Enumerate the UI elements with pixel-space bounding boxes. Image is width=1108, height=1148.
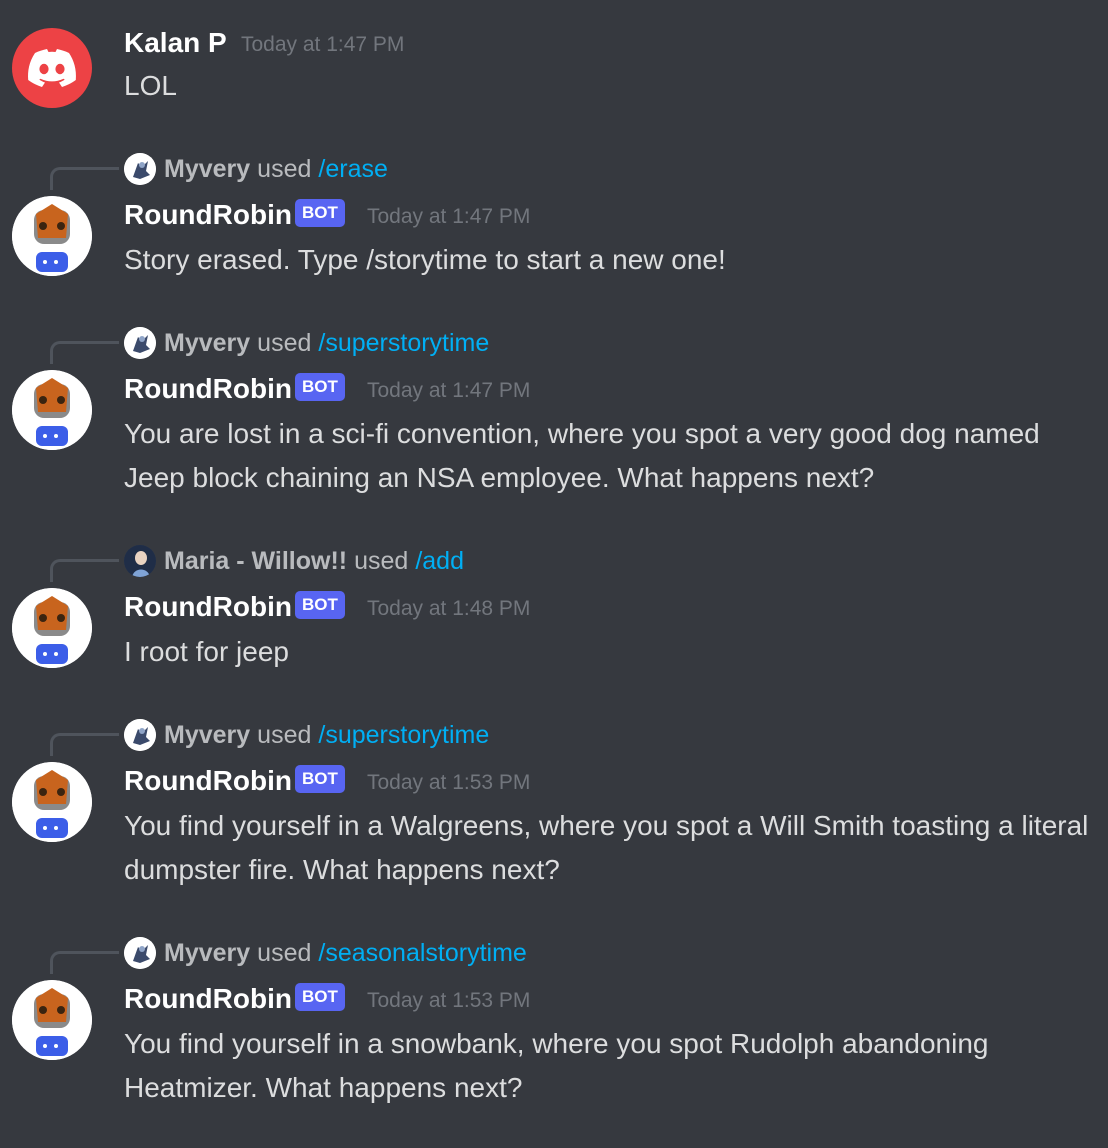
command-reply[interactable]: Myvery used /erase: [124, 152, 388, 186]
slash-command[interactable]: /superstorytime: [318, 329, 489, 358]
reply-username[interactable]: Myvery: [164, 939, 250, 968]
user-avatar-icon[interactable]: [124, 153, 156, 185]
reply-connector: [50, 167, 119, 190]
reply-username[interactable]: Maria - Willow!!: [164, 547, 347, 576]
reply-used-label: used: [257, 938, 312, 967]
reply-connector: [50, 341, 119, 364]
message-text: Story erased. Type /storytime to start a…: [124, 244, 726, 275]
username[interactable]: Kalan P: [124, 26, 227, 60]
username[interactable]: RoundRobin: [124, 982, 292, 1016]
username[interactable]: RoundRobin: [124, 198, 292, 232]
reply-username[interactable]: Myvery: [164, 721, 250, 750]
bot-tag: BOT: [295, 983, 345, 1011]
reply-username[interactable]: Myvery: [164, 155, 250, 184]
command-reply[interactable]: Myvery used /seasonalstorytime: [124, 936, 527, 970]
timestamp[interactable]: Today at 1:47 PM: [367, 200, 530, 234]
message-text: You find yourself in a Walgreens, where …: [124, 810, 1089, 885]
user-avatar-icon[interactable]: [124, 937, 156, 969]
command-reply[interactable]: Maria - Willow!! used /add: [124, 544, 464, 578]
bot-tag: BOT: [295, 373, 345, 401]
reply-used-label: used: [257, 154, 312, 183]
bot-tag: BOT: [295, 591, 345, 619]
timestamp[interactable]: Today at 1:47 PM: [367, 374, 530, 408]
username[interactable]: RoundRobin: [124, 372, 292, 406]
user-avatar-icon[interactable]: [124, 719, 156, 751]
bot-avatar-icon[interactable]: [12, 370, 92, 450]
slash-command[interactable]: /erase: [318, 155, 387, 184]
timestamp[interactable]: Today at 1:47 PM: [241, 28, 404, 62]
reply-connector: [50, 559, 119, 582]
bot-tag: BOT: [295, 199, 345, 227]
bot-avatar-icon[interactable]: [12, 588, 92, 668]
bot-avatar-icon[interactable]: [12, 980, 92, 1060]
reply-used-label: used: [354, 546, 409, 575]
timestamp[interactable]: Today at 1:53 PM: [367, 766, 530, 800]
timestamp[interactable]: Today at 1:48 PM: [367, 592, 530, 626]
bot-avatar-icon[interactable]: [12, 762, 92, 842]
message-text: LOL: [124, 70, 177, 101]
reply-used-label: used: [257, 328, 312, 357]
message-text: You find yourself in a snowbank, where y…: [124, 1028, 989, 1103]
bot-avatar-icon[interactable]: [12, 196, 92, 276]
timestamp[interactable]: Today at 1:53 PM: [367, 984, 530, 1018]
reply-used-label: used: [257, 720, 312, 749]
message-text: You are lost in a sci-fi convention, whe…: [124, 418, 1040, 493]
command-reply[interactable]: Myvery used /superstorytime: [124, 718, 489, 752]
command-reply[interactable]: Myvery used /superstorytime: [124, 326, 489, 360]
username[interactable]: RoundRobin: [124, 764, 292, 798]
reply-username[interactable]: Myvery: [164, 329, 250, 358]
reply-connector: [50, 733, 119, 756]
slash-command[interactable]: /superstorytime: [318, 721, 489, 750]
slash-command[interactable]: /seasonalstorytime: [318, 939, 526, 968]
reply-connector: [50, 951, 119, 974]
chat-messages: Kalan P Today at 1:47 PM LOL Myvery used…: [0, 0, 1108, 1148]
bot-tag: BOT: [295, 765, 345, 793]
user-avatar-icon[interactable]: [124, 545, 156, 577]
username[interactable]: RoundRobin: [124, 590, 292, 624]
discord-logo-icon[interactable]: [12, 28, 92, 108]
slash-command[interactable]: /add: [415, 547, 464, 576]
user-avatar-icon[interactable]: [124, 327, 156, 359]
message-text: I root for jeep: [124, 636, 289, 667]
